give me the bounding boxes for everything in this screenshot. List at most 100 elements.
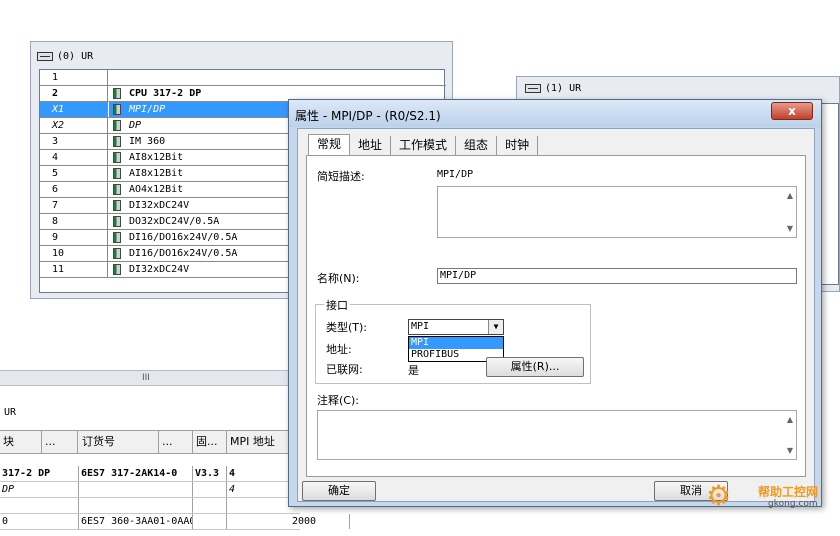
option-mpi[interactable]: MPI [409, 337, 503, 349]
rack-icon [37, 51, 53, 61]
cell-order: 6ES7 360-3AA01-0AA0 [81, 514, 193, 529]
header-text: 块 [3, 435, 14, 448]
tab-clock[interactable]: 时钟 [497, 136, 539, 156]
dialog-body: 常规 地址 工作模式 组态 时钟 简短描述: MPI/DP ▲ ▼ 名称(N):… [297, 128, 815, 502]
table-row[interactable]: 0 6ES7 360-3AA01-0AA0 [0, 514, 300, 530]
scroll-up-icon[interactable]: ▲ [787, 415, 793, 424]
interface-groupbox: 接口 类型(T): MPI ▼ MPI PROFIBUS 地址: 已联网: 是 … [315, 297, 591, 384]
slot-number: 9 [40, 230, 108, 245]
module-icon [113, 136, 121, 147]
cell-firmware [193, 482, 227, 497]
module-icon [113, 184, 121, 195]
rack-icon [525, 84, 541, 93]
scroll-down-icon[interactable]: ▼ [787, 446, 793, 455]
header-text: MPI 地址 [230, 435, 275, 448]
chevron-down-icon[interactable]: ▼ [488, 320, 503, 334]
button-label: 确定 [328, 484, 350, 497]
table-row[interactable] [0, 498, 300, 514]
module-icon [113, 264, 121, 275]
button-label: 取消 [680, 484, 702, 497]
col-header-order[interactable]: 订货号 [79, 431, 159, 453]
tab-strip: 常规 地址 工作模式 组态 时钟 [308, 134, 539, 156]
short-description-textarea[interactable]: ▲ ▼ [437, 186, 797, 238]
tab-label: 组态 [464, 138, 489, 152]
slot-number: 6 [40, 182, 108, 197]
module-icon [113, 232, 121, 243]
module-icon [113, 152, 121, 163]
slot-number: 5 [40, 166, 108, 181]
slot-number: 3 [40, 134, 108, 149]
cell-firmware [193, 514, 227, 529]
header-text: 订货号 [82, 435, 115, 448]
tab-label: 地址 [358, 138, 383, 152]
cell-firmware [193, 498, 227, 513]
cell-module: 317-2 DP [0, 466, 79, 481]
short-description-label: 简短描述: [317, 170, 365, 183]
cell-firmware: V3.3 [193, 466, 227, 481]
tab-general[interactable]: 常规 [308, 134, 351, 156]
cell-order [79, 498, 193, 513]
tab-label: 工作模式 [399, 138, 448, 152]
header-text: ... [45, 435, 56, 448]
slot-number: 10 [40, 246, 108, 261]
networked-value: 是 [408, 364, 419, 377]
networked-label: 已联网: [326, 363, 363, 376]
gear-icon: ⚙ [706, 479, 732, 512]
type-select[interactable]: MPI ▼ [408, 319, 504, 335]
pane-splitter[interactable]: III [0, 370, 300, 386]
watermark-text: 帮助工控网 [758, 485, 819, 499]
slot-number: 11 [40, 262, 108, 277]
interface-group-title: 接口 [324, 297, 350, 313]
slot-number: 4 [40, 150, 108, 165]
properties-dialog: 属性 - MPI/DP - (R0/S2.1) x 常规 地址 工作模式 组态 … [288, 99, 822, 507]
col-header-firmware[interactable]: 固... [193, 431, 227, 453]
cell-module: 0 [0, 514, 79, 529]
slot-number: 8 [40, 214, 108, 229]
slot-number: 2 [40, 86, 108, 101]
cell-order: 6ES7 317-2AK14-0 [79, 466, 193, 481]
interface-properties-button[interactable]: 属性(R)... [486, 357, 584, 377]
rack-title: (0) UR [57, 50, 94, 62]
scroll-up-icon[interactable]: ▲ [787, 191, 793, 200]
ok-button[interactable]: 确定 [302, 481, 376, 501]
tab-operating-mode[interactable]: 工作模式 [391, 136, 457, 156]
tab-label: 时钟 [505, 138, 530, 152]
watermark-logo: ⚙ 帮助工控网 gkong.com [706, 479, 836, 519]
col-header-more[interactable]: ... [42, 431, 78, 453]
tab-address[interactable]: 地址 [350, 136, 392, 156]
comment-label: 注释(C): [317, 394, 359, 407]
col-header-order-more[interactable]: ... [159, 431, 193, 453]
module-icon [113, 216, 121, 227]
type-label: 类型(T): [326, 321, 368, 334]
comment-textarea[interactable]: ▲ ▼ [317, 410, 797, 460]
rack-title-bar: (0) UR [37, 48, 93, 64]
table-row[interactable]: 317-2 DP 6ES7 317-2AK14-0 V3.3 4 [0, 466, 300, 482]
header-text: ... [162, 435, 173, 448]
detail-title: UR [4, 407, 17, 418]
dialog-title: 属性 - MPI/DP - (R0/S2.1) [295, 109, 441, 123]
dialog-titlebar[interactable]: 属性 - MPI/DP - (R0/S2.1) x [289, 100, 821, 127]
tab-label: 常规 [317, 137, 342, 151]
slot-number: X2 [40, 118, 108, 133]
col-header-module[interactable]: 块 [0, 431, 42, 453]
module-icon [113, 168, 121, 179]
rack-title: (1) UR [545, 83, 582, 94]
table-row[interactable]: DP 4 [0, 482, 300, 498]
module-icon [113, 248, 121, 259]
watermark-url: gkong.com [768, 499, 818, 509]
cell-module: DP [0, 482, 79, 497]
address-label: 地址: [326, 343, 352, 356]
rack-title-bar: (1) UR [525, 83, 581, 94]
cell-address: 2000 [290, 514, 350, 529]
tab-configuration[interactable]: 组态 [456, 136, 498, 156]
header-text: 固... [196, 435, 218, 448]
name-input[interactable]: MPI/DP [437, 268, 797, 284]
module-icon [113, 88, 121, 99]
rack-row[interactable]: 1 [40, 70, 446, 86]
close-button[interactable]: x [771, 102, 813, 120]
cell-module [0, 498, 79, 513]
module-icon [113, 120, 121, 131]
scroll-down-icon[interactable]: ▼ [787, 224, 793, 233]
slot-number: 7 [40, 198, 108, 213]
splitter-grip: III [142, 373, 150, 383]
